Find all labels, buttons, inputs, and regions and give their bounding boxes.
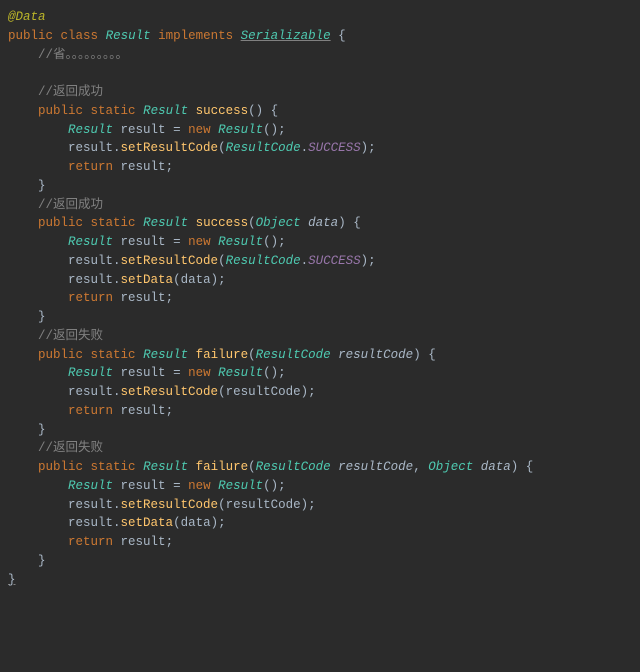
annotation: @Data [8,10,46,24]
code-block: @Data public class Result implements Ser… [8,8,632,589]
